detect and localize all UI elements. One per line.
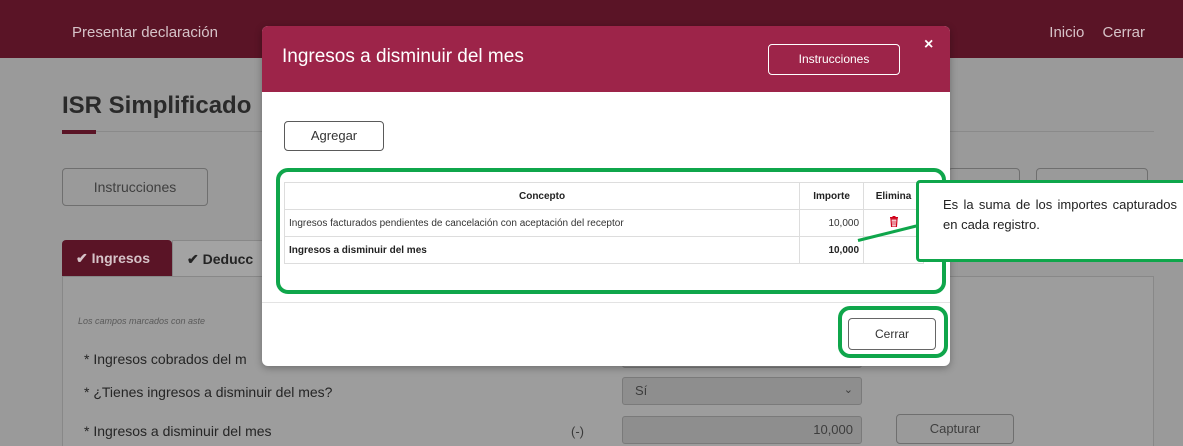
agregar-button[interactable]: Agregar — [284, 121, 384, 151]
field-label: * Ingresos cobrados del m — [84, 351, 247, 367]
modal-cerrar-button[interactable]: Cerrar — [848, 318, 936, 350]
close-icon[interactable]: × — [924, 36, 933, 54]
tab-label: Ingresos — [91, 250, 150, 266]
nav-inicio-link[interactable]: Inicio — [1049, 24, 1084, 41]
required-fields-note: Los campos marcados con aste — [78, 316, 206, 326]
modal-footer-divider — [262, 302, 950, 303]
column-header-importe: Importe — [799, 182, 865, 210]
total-row: Ingresos a disminuir del mes 10,000 — [283, 236, 924, 264]
title-underline — [62, 130, 96, 134]
concepto-cell: Ingresos facturados pendientes de cancel… — [283, 209, 801, 237]
total-label: Ingresos a disminuir del mes — [283, 236, 801, 264]
total-amount: 10,000 — [799, 236, 865, 264]
page-instructions-button[interactable]: Instrucciones — [62, 168, 208, 206]
tab-ingresos[interactable]: ✔ Ingresos — [62, 240, 172, 276]
empty-cell — [863, 236, 924, 264]
importe-cell: 10,000 — [799, 209, 865, 237]
modal-instructions-button[interactable]: Instrucciones — [768, 44, 900, 75]
tab-label: Deducc — [202, 251, 254, 267]
sign-label: (-) — [571, 424, 584, 439]
nav-cerrar-link[interactable]: Cerrar — [1102, 24, 1145, 41]
modal-header: Ingresos a disminuir del mes Instruccion… — [262, 26, 950, 92]
ingresos-table: Concepto Importe Elimina Ingresos factur… — [283, 182, 924, 264]
table-header-row: Concepto Importe Elimina — [283, 182, 924, 210]
check-icon: ✔ — [187, 251, 199, 267]
column-header-elimina: Elimina — [863, 182, 924, 210]
table-row: Ingresos facturados pendientes de cancel… — [283, 209, 924, 237]
ingresos-disminuir-select[interactable]: Sí ⌄ — [622, 377, 862, 405]
check-icon: ✔ — [76, 250, 88, 266]
chevron-down-icon: ⌄ — [843, 384, 853, 396]
capturar-button[interactable]: Capturar — [896, 414, 1014, 444]
page-title: ISR Simplificado — [62, 92, 252, 119]
ingresos-disminuir-amount: 10,000 — [622, 416, 862, 444]
field-label: * Ingresos a disminuir del mes — [84, 423, 272, 439]
select-value: Sí — [635, 383, 648, 398]
top-nav-links: Inicio Cerrar — [1035, 24, 1145, 41]
brand-link[interactable]: Presentar declaración — [72, 24, 218, 41]
ingresos-modal: Ingresos a disminuir del mes Instruccion… — [262, 26, 950, 366]
column-header-concepto: Concepto — [283, 182, 801, 210]
trash-icon[interactable] — [889, 216, 899, 227]
field-label: * ¿Tienes ingresos a disminuir del mes? — [84, 384, 333, 400]
modal-title: Ingresos a disminuir del mes — [282, 46, 524, 67]
tab-deducciones[interactable]: ✔ Deducc — [172, 240, 272, 276]
callout-tooltip: Es la suma de los importes capturados en… — [916, 180, 1183, 262]
